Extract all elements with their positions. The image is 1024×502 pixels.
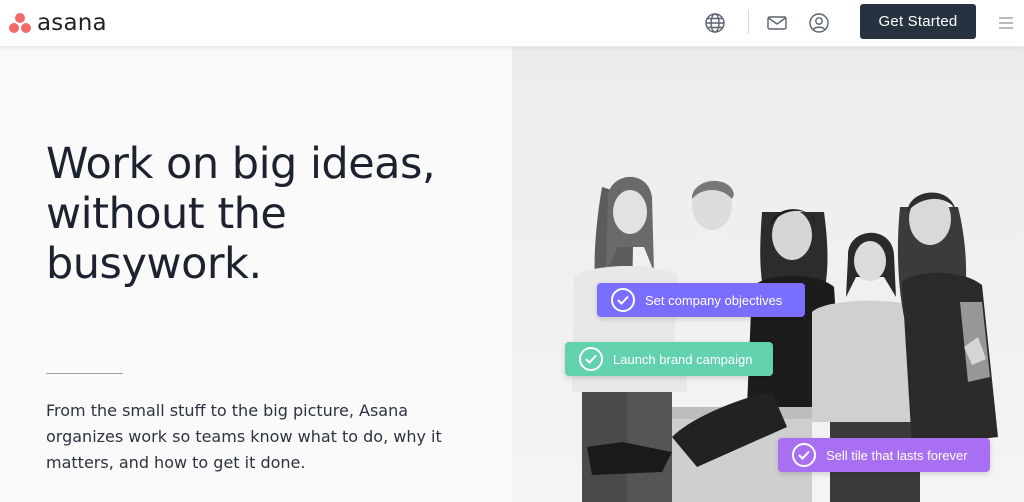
hero-divider bbox=[46, 373, 123, 374]
hero-image-section: Set company objectives Launch brand camp… bbox=[512, 47, 1024, 502]
team-photo bbox=[572, 176, 998, 502]
menu-icon[interactable] bbox=[994, 11, 1018, 35]
task-chip-launch-brand-campaign: Launch brand campaign bbox=[565, 342, 773, 376]
check-circle-icon bbox=[792, 443, 816, 467]
header-divider bbox=[748, 10, 749, 34]
hero-headline: Work on big ideas, without the busywork. bbox=[46, 139, 436, 289]
check-circle-icon bbox=[611, 288, 635, 312]
asana-logo-mark-icon bbox=[8, 12, 32, 34]
user-icon[interactable] bbox=[807, 11, 831, 35]
globe-icon[interactable] bbox=[703, 11, 727, 35]
logo-wordmark: asana bbox=[37, 10, 107, 36]
task-label: Sell tile that lasts forever bbox=[826, 447, 968, 463]
task-label: Set company objectives bbox=[645, 292, 783, 308]
top-navigation: asana Get Started bbox=[0, 0, 1024, 47]
asana-logo[interactable]: asana bbox=[8, 9, 120, 37]
hero-text-section: Work on big ideas, without the busywork.… bbox=[0, 47, 512, 502]
mail-icon[interactable] bbox=[765, 11, 789, 35]
hero-description: From the small stuff to the big picture,… bbox=[46, 401, 442, 472]
check-circle-icon bbox=[579, 347, 603, 371]
get-started-button[interactable]: Get Started bbox=[860, 4, 976, 39]
task-chip-set-company-objectives: Set company objectives bbox=[597, 283, 805, 317]
task-chip-sell-tile: Sell tile that lasts forever bbox=[778, 438, 990, 472]
task-label: Launch brand campaign bbox=[613, 351, 753, 367]
